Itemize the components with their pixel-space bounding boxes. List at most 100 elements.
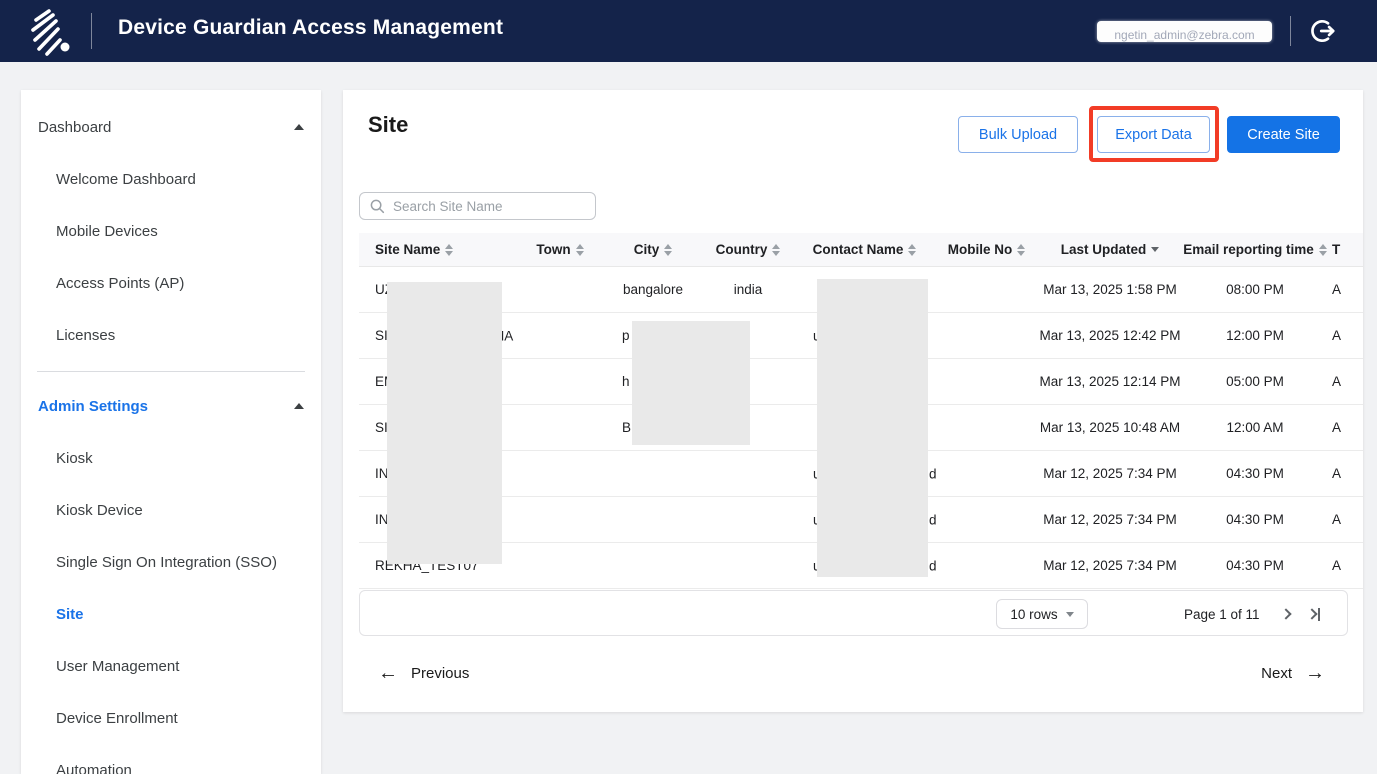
column-header-country[interactable]: Country (700, 233, 796, 266)
search-input[interactable] (393, 199, 585, 214)
sort-desc-icon (1151, 247, 1159, 252)
sidebar-item-label: Kiosk Device (56, 502, 143, 519)
create-site-button[interactable]: Create Site (1227, 116, 1340, 153)
arrow-right-icon: → (1305, 663, 1325, 683)
sidebar-item-site[interactable]: Site (21, 588, 321, 640)
last-updated-cell: Mar 12, 2025 7:34 PM (1040, 543, 1180, 588)
timezone-cell: A (1330, 543, 1363, 588)
next-page-button[interactable] (1282, 606, 1298, 622)
sidebar-item-label: Single Sign On Integration (SSO) (56, 554, 277, 571)
sidebar-item-kiosk-device[interactable]: Kiosk Device (21, 484, 321, 536)
column-header-last-updated[interactable]: Last Updated (1040, 233, 1180, 266)
chevron-up-icon (294, 124, 304, 130)
column-header-mobile-no[interactable]: Mobile No (933, 233, 1040, 266)
sidebar-item-device-enrollment[interactable]: Device Enrollment (21, 692, 321, 744)
sidebar-item-label: Licenses (56, 327, 115, 344)
last-updated-cell: Mar 12, 2025 7:34 PM (1040, 451, 1180, 496)
country-cell: india (700, 267, 796, 312)
column-header-contact-name[interactable]: Contact Name (796, 233, 933, 266)
last-updated-cell: Mar 13, 2025 12:14 PM (1040, 359, 1180, 404)
timezone-cell: A (1330, 359, 1363, 404)
timezone-cell: A (1330, 451, 1363, 496)
sidebar-item-kiosk[interactable]: Kiosk (21, 432, 321, 484)
last-updated-cell: Mar 13, 2025 1:58 PM (1040, 267, 1180, 312)
city-cell (606, 543, 700, 588)
sidebar-item-label: Access Points (AP) (56, 275, 184, 292)
mobile-no-cell (933, 543, 1040, 588)
last-updated-cell: Mar 13, 2025 12:42 PM (1040, 313, 1180, 358)
email-time-cell: 04:30 PM (1180, 543, 1330, 588)
rows-per-page-select[interactable]: 10 rows (996, 599, 1088, 629)
redaction-box-city-country (632, 321, 750, 445)
sidebar-item-licenses[interactable]: Licenses (21, 309, 321, 361)
sidebar-item-mobile-devices[interactable]: Mobile Devices (21, 205, 321, 257)
sidebar-item-dashboard[interactable]: Dashboard (21, 101, 321, 153)
sidebar-item-automation[interactable]: Automation (21, 744, 321, 774)
sidebar-item-label: Device Enrollment (56, 710, 178, 727)
sort-icon (1017, 244, 1025, 256)
export-data-button[interactable]: Export Data (1097, 116, 1210, 153)
town-cell (514, 267, 606, 312)
city-cell (606, 451, 700, 496)
sidebar-item-label: Automation (56, 762, 132, 774)
pagination-bar: 10 rows Page 1 of 11 (359, 590, 1348, 636)
sidebar-item-label: Mobile Devices (56, 223, 158, 240)
app-title: Device Guardian Access Management (118, 16, 503, 40)
zebra-logo-icon (28, 7, 76, 62)
previous-nav-button[interactable]: ← Previous (378, 663, 469, 683)
sort-icon (445, 244, 453, 256)
redaction-box-site-names (387, 282, 502, 564)
chevron-up-icon (294, 403, 304, 409)
column-header-city[interactable]: City (606, 233, 700, 266)
email-time-cell: 12:00 PM (1180, 313, 1330, 358)
timezone-cell: A (1330, 497, 1363, 542)
sort-icon (664, 244, 672, 256)
town-cell (514, 451, 606, 496)
mobile-no-cell (933, 497, 1040, 542)
sidebar-item-user-management[interactable]: User Management (21, 640, 321, 692)
timezone-cell: A (1330, 267, 1363, 312)
header-divider-2 (1290, 16, 1291, 46)
email-time-cell: 05:00 PM (1180, 359, 1330, 404)
sidebar-item-welcome-dashboard[interactable]: Welcome Dashboard (21, 153, 321, 205)
next-nav-button[interactable]: Next → (1261, 663, 1325, 683)
bulk-upload-button[interactable]: Bulk Upload (958, 116, 1078, 153)
search-icon (370, 199, 385, 214)
town-cell (514, 543, 606, 588)
sidebar-item-label: Welcome Dashboard (56, 171, 196, 188)
sidebar: Dashboard Welcome Dashboard Mobile Devic… (21, 90, 321, 774)
city-cell: bangalore (606, 267, 700, 312)
email-time-cell: 04:30 PM (1180, 497, 1330, 542)
email-time-cell: 04:30 PM (1180, 451, 1330, 496)
column-header-clipped[interactable]: T (1330, 233, 1363, 266)
country-cell (700, 451, 796, 496)
sidebar-item-admin-settings[interactable]: Admin Settings (21, 380, 321, 432)
mobile-no-cell (933, 451, 1040, 496)
sort-icon (908, 244, 916, 256)
sidebar-item-access-points[interactable]: Access Points (AP) (21, 257, 321, 309)
chevron-down-icon (1066, 612, 1074, 617)
city-cell (606, 497, 700, 542)
column-header-site-name[interactable]: Site Name (359, 233, 514, 266)
sort-icon (772, 244, 780, 256)
user-email-redacted: ngetin_admin@zebra.com (1097, 21, 1272, 42)
arrow-left-icon: ← (378, 663, 398, 683)
town-cell (514, 313, 606, 358)
sort-icon (1319, 244, 1327, 256)
user-email-text: ngetin_admin@zebra.com (1114, 28, 1254, 42)
town-cell (514, 497, 606, 542)
sidebar-item-sso[interactable]: Single Sign On Integration (SSO) (21, 536, 321, 588)
page-status: Page 1 of 11 (1184, 591, 1260, 637)
sort-icon (576, 244, 584, 256)
column-header-town[interactable]: Town (514, 233, 606, 266)
mobile-no-cell (933, 267, 1040, 312)
last-updated-cell: Mar 12, 2025 7:34 PM (1040, 497, 1180, 542)
column-header-email-reporting-time[interactable]: Email reporting time (1180, 233, 1330, 266)
search-box[interactable] (359, 192, 596, 220)
logout-icon[interactable] (1309, 17, 1337, 45)
email-time-cell: 12:00 AM (1180, 405, 1330, 450)
country-cell (700, 497, 796, 542)
last-page-button[interactable] (1308, 606, 1324, 622)
mobile-no-cell (933, 313, 1040, 358)
country-cell (700, 543, 796, 588)
